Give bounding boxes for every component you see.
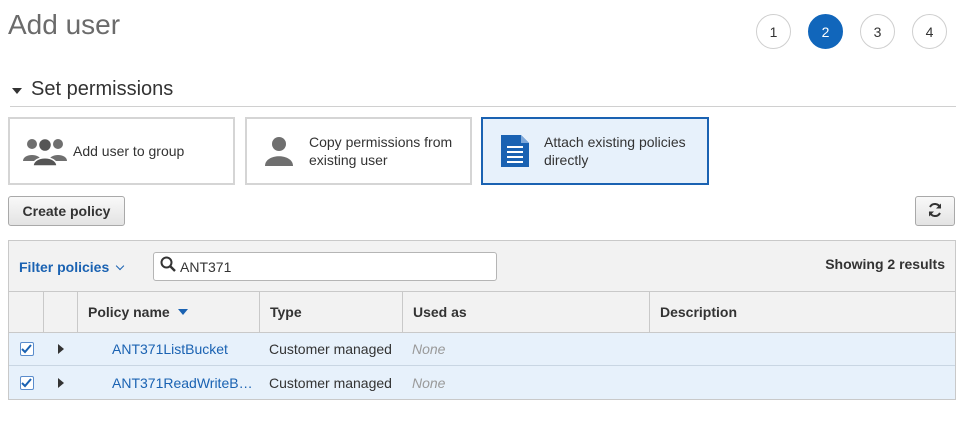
search-input[interactable] bbox=[180, 258, 480, 275]
user-icon bbox=[263, 135, 295, 167]
step-4[interactable]: 4 bbox=[912, 14, 947, 49]
policy-type: Customer managed bbox=[269, 341, 392, 357]
results-count: Showing 2 results bbox=[825, 256, 945, 272]
policies-table: Filter policies Showing 2 results Policy… bbox=[8, 240, 956, 400]
filter-label: Filter policies bbox=[19, 259, 110, 275]
row-checkbox[interactable] bbox=[19, 375, 34, 390]
expand-column bbox=[44, 292, 78, 332]
column-label: Description bbox=[660, 304, 738, 320]
refresh-icon bbox=[927, 202, 943, 221]
option-label: Copy permissions from existing user bbox=[309, 134, 453, 168]
select-all-column bbox=[9, 292, 44, 332]
step-3[interactable]: 3 bbox=[860, 14, 895, 49]
expand-row-icon[interactable] bbox=[58, 344, 64, 354]
column-label: Used as bbox=[413, 304, 467, 320]
column-label: Policy name bbox=[88, 304, 170, 320]
option-label: Attach existing policies directly bbox=[544, 134, 686, 168]
section-title: Set permissions bbox=[31, 78, 174, 100]
set-permissions-header[interactable]: Set permissions bbox=[10, 78, 956, 107]
policy-type: Customer managed bbox=[269, 374, 392, 391]
table-row[interactable]: ANT371ReadWriteB… Customer managed None bbox=[9, 366, 955, 399]
checkmark-icon bbox=[21, 377, 32, 387]
column-type[interactable]: Type bbox=[260, 292, 403, 332]
policy-name-link[interactable]: ANT371ListBucket bbox=[112, 341, 228, 357]
option-copy-permissions[interactable]: Copy permissions from existing user bbox=[245, 117, 472, 185]
chevron-down-icon bbox=[116, 261, 125, 270]
filter-policies-dropdown[interactable]: Filter policies bbox=[19, 259, 125, 275]
option-add-user-to-group[interactable]: Add user to group bbox=[8, 117, 235, 185]
row-checkbox[interactable] bbox=[19, 342, 34, 356]
column-label: Type bbox=[270, 304, 302, 320]
option-label: Add user to group bbox=[73, 143, 185, 159]
create-policy-button[interactable]: Create policy bbox=[8, 196, 125, 226]
step-2-current[interactable]: 2 bbox=[808, 14, 843, 49]
wizard-steps: 1 2 3 4 bbox=[756, 14, 947, 49]
step-1[interactable]: 1 bbox=[756, 14, 791, 49]
document-icon bbox=[500, 134, 530, 168]
filter-bar: Filter policies Showing 2 results bbox=[9, 241, 955, 292]
policy-name-link[interactable]: ANT371ReadWriteB… bbox=[112, 375, 253, 391]
column-used-as[interactable]: Used as bbox=[403, 292, 650, 332]
caret-down-icon bbox=[12, 88, 22, 94]
column-policy-name[interactable]: Policy name bbox=[78, 292, 260, 332]
used-as-value: None bbox=[412, 341, 446, 357]
table-row[interactable]: ANT371ListBucket Customer managed None bbox=[9, 333, 955, 366]
expand-row-icon[interactable] bbox=[58, 377, 64, 388]
used-as-value: None bbox=[412, 374, 446, 391]
option-attach-policies[interactable]: Attach existing policies directly bbox=[481, 117, 709, 185]
table-header: Policy name Type Used as Description bbox=[9, 292, 955, 333]
search-icon bbox=[160, 256, 176, 277]
sort-desc-icon bbox=[177, 309, 188, 315]
refresh-button[interactable] bbox=[915, 196, 955, 226]
page-title: Add user bbox=[8, 9, 121, 40]
checkmark-icon bbox=[21, 344, 32, 354]
column-description[interactable]: Description bbox=[650, 292, 955, 332]
group-icon bbox=[22, 135, 68, 167]
search-box[interactable] bbox=[153, 252, 497, 281]
